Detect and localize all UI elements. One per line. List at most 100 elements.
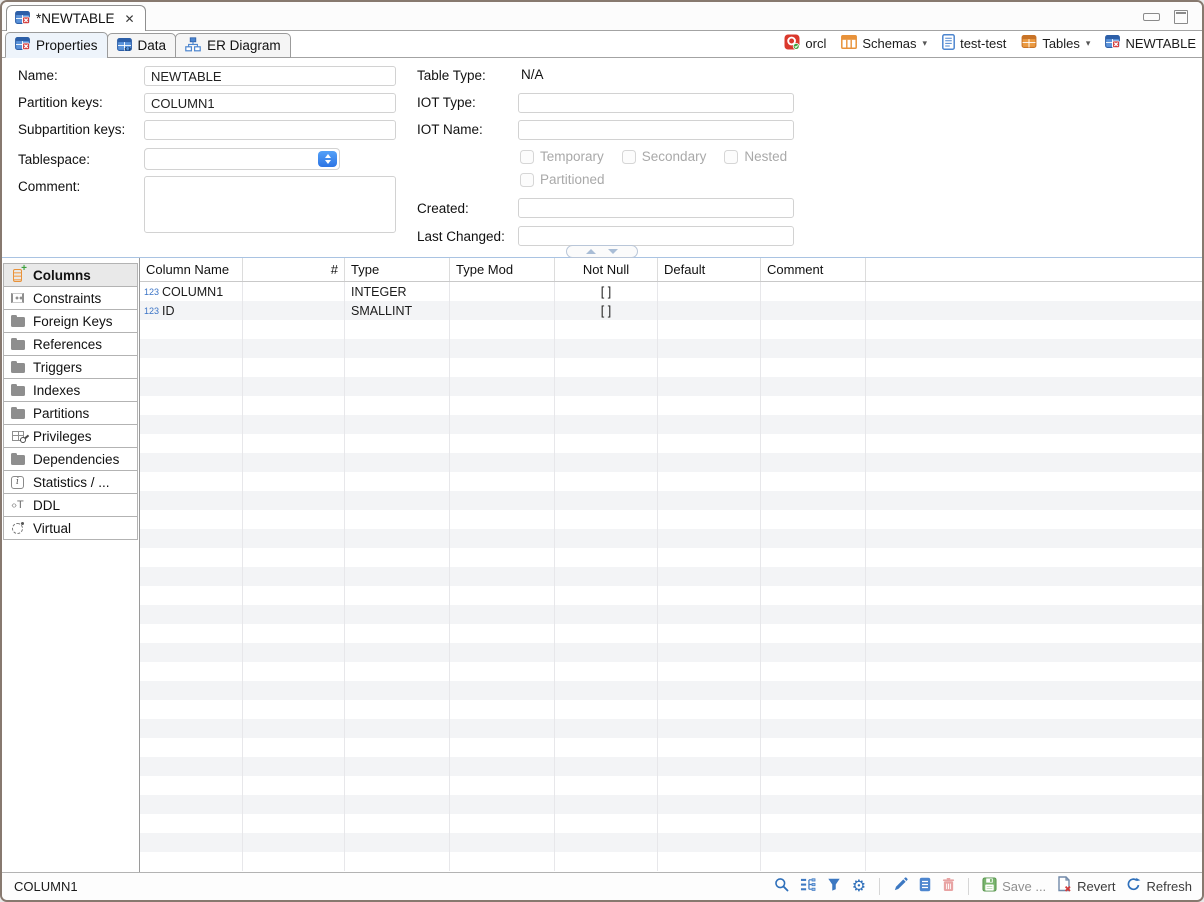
subpartition-keys-field[interactable] xyxy=(144,120,396,140)
sidebar-item-statistics[interactable]: Statistics / ... xyxy=(3,470,138,494)
table-row-empty[interactable] xyxy=(140,529,1202,548)
table-row-empty[interactable] xyxy=(140,548,1202,567)
column-header-comment[interactable]: Comment xyxy=(761,258,866,281)
table-row-empty[interactable] xyxy=(140,320,1202,339)
table-row-empty[interactable] xyxy=(140,510,1202,529)
table-row[interactable]: 123COLUMN1INTEGER[ ] xyxy=(140,282,1202,301)
splitter-handle[interactable] xyxy=(566,245,638,258)
table-row-empty[interactable] xyxy=(140,491,1202,510)
delete-button[interactable] xyxy=(942,877,955,897)
references-panel-button[interactable] xyxy=(800,877,816,897)
table-row-empty[interactable] xyxy=(140,757,1202,776)
table-row-empty[interactable] xyxy=(140,852,1202,871)
search-button[interactable] xyxy=(774,877,789,897)
schema-item[interactable]: test-test xyxy=(942,34,1006,53)
sidebar-item-triggers[interactable]: Triggers xyxy=(3,355,138,379)
settings-button[interactable]: ⚙ xyxy=(852,880,866,894)
table-row-empty[interactable] xyxy=(140,358,1202,377)
name-field[interactable] xyxy=(144,66,396,86)
view-value-button[interactable] xyxy=(919,877,931,897)
column-header-default[interactable]: Default xyxy=(658,258,761,281)
close-icon[interactable]: ✕ xyxy=(125,12,135,26)
column-header-type[interactable]: Type xyxy=(345,258,450,281)
checkbox-partitioned[interactable]: Partitioned xyxy=(520,172,605,187)
tab-properties[interactable]: Properties xyxy=(5,32,108,58)
table-row-empty[interactable] xyxy=(140,453,1202,472)
cell-type-mod xyxy=(450,415,555,434)
table-row-empty[interactable] xyxy=(140,339,1202,358)
refresh-button[interactable]: Refresh xyxy=(1126,877,1192,897)
current-table-item[interactable]: NEWTABLE xyxy=(1105,35,1196,51)
filter-button[interactable] xyxy=(827,877,841,896)
tablespace-select[interactable] xyxy=(144,148,340,170)
iot-type-field[interactable] xyxy=(518,93,794,113)
cell-column-name xyxy=(140,757,243,776)
table-row-empty[interactable] xyxy=(140,396,1202,415)
editor-tab-newtable[interactable]: *NEWTABLE ✕ xyxy=(6,5,146,31)
table-row-empty[interactable] xyxy=(140,738,1202,757)
cell-not-null xyxy=(555,814,658,833)
minimize-icon[interactable] xyxy=(1143,13,1160,21)
table-row-empty[interactable] xyxy=(140,700,1202,719)
table-row-empty[interactable] xyxy=(140,776,1202,795)
sidebar-item-virtual[interactable]: Virtual xyxy=(3,516,138,540)
table-row-empty[interactable] xyxy=(140,662,1202,681)
table-row-empty[interactable] xyxy=(140,681,1202,700)
table-row-empty[interactable] xyxy=(140,833,1202,852)
select-stepper-icon[interactable] xyxy=(318,151,337,167)
sidebar-item-indexes[interactable]: Indexes xyxy=(3,378,138,402)
table-row-empty[interactable] xyxy=(140,643,1202,662)
comment-field[interactable] xyxy=(144,176,396,233)
cell-default xyxy=(658,567,761,586)
sidebar-item-foreign-keys[interactable]: Foreign Keys xyxy=(3,309,138,333)
checkbox-nested[interactable]: Nested xyxy=(724,149,787,164)
iot-name-field[interactable] xyxy=(518,120,794,140)
table-row-empty[interactable] xyxy=(140,605,1202,624)
folder-icon xyxy=(8,407,27,419)
sidebar-item-ddl[interactable]: DDL xyxy=(3,493,138,517)
table-row-empty[interactable] xyxy=(140,415,1202,434)
created-field[interactable] xyxy=(518,198,794,218)
subtabs: Properties Data ER Diagram xyxy=(2,32,290,57)
cell-type xyxy=(345,776,450,795)
last-changed-field[interactable] xyxy=(518,226,794,246)
checkbox-temporary[interactable]: Temporary xyxy=(520,149,604,164)
table-row-empty[interactable] xyxy=(140,795,1202,814)
table-row-empty[interactable] xyxy=(140,434,1202,453)
schemas-selector[interactable]: Schemas ▾ xyxy=(841,35,927,52)
sidebar-item-references[interactable]: References xyxy=(3,332,138,356)
cell-filler xyxy=(866,776,1202,795)
tab-data[interactable]: Data xyxy=(107,33,177,58)
revert-button[interactable]: Revert xyxy=(1057,876,1115,897)
column-header-type-mod[interactable]: Type Mod xyxy=(450,258,555,281)
table-row-empty[interactable] xyxy=(140,719,1202,738)
column-header-[interactable]: # xyxy=(243,258,345,281)
table-row-empty[interactable] xyxy=(140,624,1202,643)
table-with-error-icon xyxy=(15,11,30,27)
edit-button[interactable] xyxy=(893,877,908,897)
sidebar-item-dependencies[interactable]: Dependencies xyxy=(3,447,138,471)
connection-selector[interactable]: orcl xyxy=(784,34,826,53)
checkbox-secondary[interactable]: Secondary xyxy=(622,149,707,164)
table-row[interactable]: 123IDSMALLINT[ ] xyxy=(140,301,1202,320)
collapse-up-icon[interactable] xyxy=(586,249,596,254)
table-row-empty[interactable] xyxy=(140,586,1202,605)
table-row-empty[interactable] xyxy=(140,472,1202,491)
maximize-icon[interactable] xyxy=(1174,10,1188,24)
table-row-empty[interactable] xyxy=(140,377,1202,396)
collapse-down-icon[interactable] xyxy=(608,249,618,254)
save-button[interactable]: Save ... xyxy=(982,877,1046,897)
pane-splitter[interactable] xyxy=(2,251,1202,258)
sidebar-item-columns[interactable]: Columns xyxy=(3,263,138,287)
partition-keys-field[interactable] xyxy=(144,93,396,113)
tables-selector[interactable]: Tables ▾ xyxy=(1021,35,1090,51)
tab-er-diagram[interactable]: ER Diagram xyxy=(175,33,291,58)
sidebar-item-label: DDL xyxy=(33,498,60,513)
sidebar-item-partitions[interactable]: Partitions xyxy=(3,401,138,425)
table-row-empty[interactable] xyxy=(140,567,1202,586)
column-header-not-null[interactable]: Not Null xyxy=(555,258,658,281)
table-row-empty[interactable] xyxy=(140,814,1202,833)
sidebar-item-privileges[interactable]: Privileges xyxy=(3,424,138,448)
column-header-column-name[interactable]: Column Name xyxy=(140,258,243,281)
sidebar-item-constraints[interactable]: Constraints xyxy=(3,286,138,310)
